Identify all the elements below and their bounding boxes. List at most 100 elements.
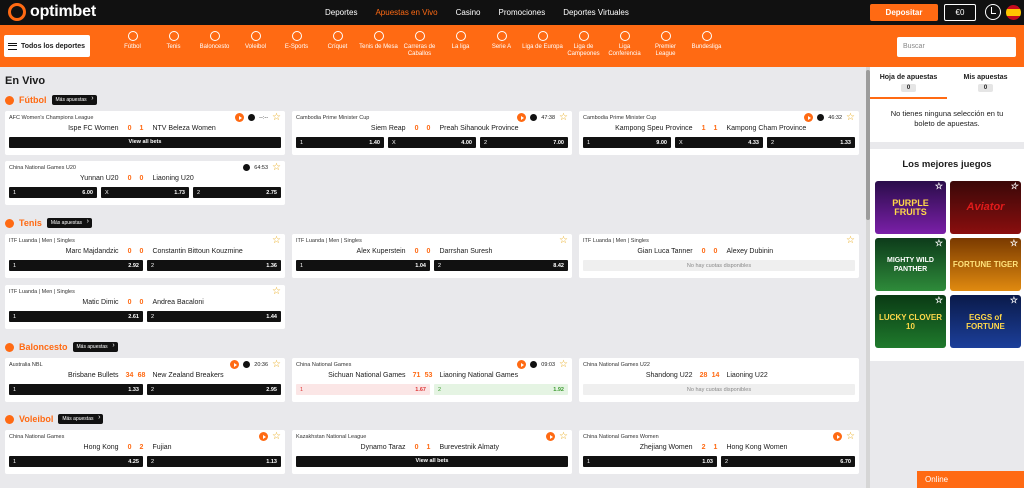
odd-away[interactable]: 2 1.33 bbox=[767, 137, 855, 148]
favorite-star-icon[interactable]: ☆ bbox=[846, 236, 855, 246]
event-card[interactable]: ITF Luanda | Men | Singles ☆ Gian Luca T… bbox=[579, 234, 859, 278]
game-tile[interactable]: LUCKY CLOVER 10 ☆ bbox=[875, 295, 946, 348]
odd-away-rising[interactable]: 2 1.92 bbox=[434, 384, 568, 395]
sport-tenis[interactable]: Tenis bbox=[153, 25, 194, 67]
favorite-star-icon[interactable]: ☆ bbox=[935, 239, 943, 248]
search-input[interactable]: Buscar bbox=[897, 37, 1016, 57]
odd-home[interactable]: 1 9.00 bbox=[583, 137, 671, 148]
event-card[interactable]: ITF Luanda | Men | Singles ☆ Matic Dimic… bbox=[5, 285, 285, 329]
odd-away[interactable]: 2 1.36 bbox=[147, 260, 281, 271]
deposit-button[interactable]: Depositar bbox=[870, 4, 938, 21]
more-bets-button[interactable]: Más apuestas bbox=[72, 342, 118, 352]
sport-carreras-de-caballos[interactable]: Carreras de Caballos bbox=[399, 25, 440, 67]
sport-liga-de-campeones[interactable]: Liga de Campeones bbox=[563, 25, 604, 67]
sport-liga-de-europa[interactable]: Liga de Europa bbox=[522, 25, 563, 67]
live-stream-icon[interactable] bbox=[546, 432, 556, 441]
sport-criquet[interactable]: Críquet bbox=[317, 25, 358, 67]
odd-home[interactable]: 1 1.33 bbox=[9, 384, 143, 395]
view-all-bets-button[interactable]: View all bets bbox=[296, 456, 568, 467]
sport-esports[interactable]: E-Sports bbox=[276, 25, 317, 67]
sport-serie-a[interactable]: Serie A bbox=[481, 25, 522, 67]
favorite-star-icon[interactable]: ☆ bbox=[846, 113, 855, 123]
live-stream-icon[interactable] bbox=[517, 360, 527, 369]
odd-away[interactable]: 2 6.70 bbox=[721, 456, 855, 467]
more-bets-button[interactable]: Más apuestas bbox=[51, 95, 97, 105]
favorite-star-icon[interactable]: ☆ bbox=[1010, 296, 1018, 305]
live-stream-icon[interactable] bbox=[230, 360, 240, 369]
favorite-star-icon[interactable]: ☆ bbox=[272, 113, 281, 123]
odd-home[interactable]: 1 1.40 bbox=[296, 137, 384, 148]
live-stream-icon[interactable] bbox=[833, 432, 843, 441]
odd-away[interactable]: 2 2.75 bbox=[193, 187, 281, 198]
game-tile[interactable]: PURPLE FRUITS ☆ bbox=[875, 181, 946, 234]
favorite-star-icon[interactable]: ☆ bbox=[935, 296, 943, 305]
live-stream-icon[interactable] bbox=[517, 113, 527, 122]
event-card[interactable]: Kazakhstan National League ☆ Dynamo Tara… bbox=[292, 430, 572, 474]
tab-mis-apuestas[interactable]: Mis apuestas 0 bbox=[947, 67, 1024, 99]
event-card[interactable]: Cambodia Prime Minister Cup 47:38 ☆ Siem … bbox=[292, 111, 572, 155]
odd-home-dropping[interactable]: 1 1.67 bbox=[296, 384, 430, 395]
sport-tenis-de-mesa[interactable]: Tenis de Mesa bbox=[358, 25, 399, 67]
odd-home[interactable]: 1 6.00 bbox=[9, 187, 97, 198]
balance-button[interactable]: €0 bbox=[944, 4, 976, 21]
favorite-star-icon[interactable]: ☆ bbox=[846, 432, 855, 442]
event-card[interactable]: China National Games ☆ Hong Kong 0 2 Fujian… bbox=[5, 430, 285, 474]
sport-bundesliga[interactable]: Bundesliga bbox=[686, 25, 727, 67]
sport-premier-league[interactable]: Premier League bbox=[645, 25, 686, 67]
live-stream-icon[interactable] bbox=[235, 113, 245, 122]
nav-deportes[interactable]: Deportes bbox=[316, 0, 366, 25]
game-tile[interactable]: EGGS of FORTUNE ☆ bbox=[950, 295, 1021, 348]
event-card[interactable]: ITF Luanda | Men | Singles ☆ Marc Majdan… bbox=[5, 234, 285, 278]
favorite-star-icon[interactable]: ☆ bbox=[935, 182, 943, 191]
odd-away[interactable]: 2 1.13 bbox=[147, 456, 281, 467]
event-card[interactable]: Cambodia Prime Minister Cup 46:32 ☆ Kampo… bbox=[579, 111, 859, 155]
favorite-star-icon[interactable]: ☆ bbox=[559, 113, 568, 123]
favorite-star-icon[interactable]: ☆ bbox=[559, 360, 568, 370]
odd-home[interactable]: 1 4.25 bbox=[9, 456, 143, 467]
favorite-star-icon[interactable]: ☆ bbox=[1010, 182, 1018, 191]
odd-draw[interactable]: X 4.33 bbox=[675, 137, 763, 148]
event-card[interactable]: China National Games 09:03 ☆ Sichuan Nati… bbox=[292, 358, 572, 402]
odd-home[interactable]: 1 2.61 bbox=[9, 311, 143, 322]
nav-promociones[interactable]: Promociones bbox=[490, 0, 555, 25]
favorite-star-icon[interactable]: ☆ bbox=[272, 360, 281, 370]
odd-away[interactable]: 2 2.95 bbox=[147, 384, 281, 395]
sport-futbol[interactable]: Fútbol bbox=[112, 25, 153, 67]
event-card[interactable]: AFC Women's Champions League --:-- ☆ Ispe… bbox=[5, 111, 285, 155]
event-card[interactable]: China National Games Women ☆ Zhejiang Wo… bbox=[579, 430, 859, 474]
event-card[interactable]: Australia NBL 20:36 ☆ Brisbane Bullets 34 6… bbox=[5, 358, 285, 402]
odd-home[interactable]: 1 1.03 bbox=[583, 456, 717, 467]
all-sports-button[interactable]: Todos los deportes bbox=[4, 35, 90, 57]
favorite-star-icon[interactable]: ☆ bbox=[559, 432, 568, 442]
favorite-star-icon[interactable]: ☆ bbox=[1010, 239, 1018, 248]
tab-hoja-de-apuestas[interactable]: Hoja de apuestas 0 bbox=[870, 67, 947, 99]
live-stream-icon[interactable] bbox=[804, 113, 814, 122]
sport-baloncesto[interactable]: Baloncesto bbox=[194, 25, 235, 67]
game-tile[interactable]: FORTUNE TIGER ☆ bbox=[950, 238, 1021, 291]
sport-la-liga[interactable]: La liga bbox=[440, 25, 481, 67]
odd-home[interactable]: 1 1.04 bbox=[296, 260, 430, 271]
more-bets-button[interactable]: Más apuestas bbox=[46, 218, 92, 228]
odd-away[interactable]: 2 1.44 bbox=[147, 311, 281, 322]
nav-apuestas-en-vivo[interactable]: Apuestas en Vivo bbox=[366, 0, 446, 25]
odd-draw[interactable]: X 4.00 bbox=[388, 137, 476, 148]
more-bets-button[interactable]: Más apuestas bbox=[58, 414, 104, 424]
event-card[interactable]: China National Games U22 Shandong U22 28 1… bbox=[579, 358, 859, 402]
favorite-star-icon[interactable]: ☆ bbox=[272, 287, 281, 297]
nav-casino[interactable]: Casino bbox=[447, 0, 490, 25]
logo[interactable]: optimbet bbox=[8, 3, 96, 21]
favorite-star-icon[interactable]: ☆ bbox=[272, 236, 281, 246]
online-chat-button[interactable]: Online bbox=[917, 471, 1024, 488]
game-tile[interactable]: MIGHTY WILD PANTHER ☆ bbox=[875, 238, 946, 291]
favorite-star-icon[interactable]: ☆ bbox=[272, 163, 281, 173]
event-card[interactable]: China National Games U20 64:53 ☆ Yunnan U… bbox=[5, 161, 285, 205]
odd-away[interactable]: 2 7.00 bbox=[480, 137, 568, 148]
live-stream-icon[interactable] bbox=[259, 432, 269, 441]
odd-away[interactable]: 2 8.42 bbox=[434, 260, 568, 271]
sport-liga-conferencia[interactable]: Liga Conferencia bbox=[604, 25, 645, 67]
odd-draw[interactable]: X 1.73 bbox=[101, 187, 189, 198]
sport-voleibol[interactable]: Voleibol bbox=[235, 25, 276, 67]
favorite-star-icon[interactable]: ☆ bbox=[559, 236, 568, 246]
user-icon[interactable] bbox=[985, 4, 1001, 20]
favorite-star-icon[interactable]: ☆ bbox=[272, 432, 281, 442]
